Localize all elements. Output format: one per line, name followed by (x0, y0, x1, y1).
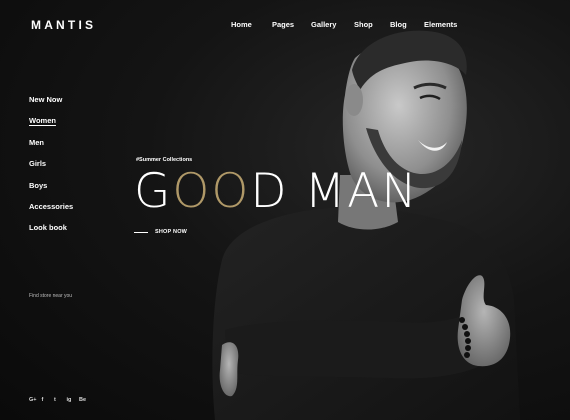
side-item-men[interactable]: Men (29, 138, 73, 159)
headline-word-man: MAN (304, 164, 419, 219)
nav-gallery[interactable]: Gallery (311, 20, 354, 29)
brand-logo[interactable]: MANTIS (31, 18, 96, 32)
side-item-girls[interactable]: Girls (29, 159, 73, 180)
headline-accent-oo: OO (172, 164, 251, 219)
social-links: G+ f t ig Be (29, 396, 92, 403)
hero-headline: GOOD MAN (134, 168, 419, 215)
find-store-link[interactable]: Find store near you (29, 293, 72, 299)
shop-now-button[interactable]: SHOP NOW (134, 229, 187, 235)
shop-now-line (134, 231, 148, 233)
page: MANTIS Home Pages Gallery Shop Blog Elem… (0, 0, 570, 420)
nav-blog[interactable]: Blog (390, 20, 424, 29)
nav-elements[interactable]: Elements (424, 20, 457, 29)
google-plus-icon[interactable]: G+ (29, 396, 42, 403)
nav-home[interactable]: Home (231, 20, 272, 29)
twitter-icon[interactable]: t (54, 396, 67, 403)
nav-pages[interactable]: Pages (272, 20, 311, 29)
headline-letter-g: G (134, 164, 173, 219)
headline-letter-d: D (250, 164, 289, 219)
shop-now-label: SHOP NOW (155, 229, 188, 235)
side-item-look-book[interactable]: Look book (29, 223, 73, 244)
hero-tagline: #Summer Collections (136, 157, 193, 163)
nav-shop[interactable]: Shop (354, 20, 390, 29)
side-item-boys[interactable]: Boys (29, 181, 73, 202)
behance-icon[interactable]: Be (79, 396, 92, 403)
side-item-accessories[interactable]: Accessories (29, 202, 73, 223)
facebook-icon[interactable]: f (42, 396, 55, 403)
instagram-icon[interactable]: ig (67, 396, 80, 403)
side-item-women[interactable]: Women (29, 116, 73, 137)
side-item-new-now[interactable]: New Now (29, 95, 73, 116)
main-nav: Home Pages Gallery Shop Blog Elements (231, 20, 457, 29)
side-menu: New Now Women Men Girls Boys Accessories… (29, 95, 73, 245)
